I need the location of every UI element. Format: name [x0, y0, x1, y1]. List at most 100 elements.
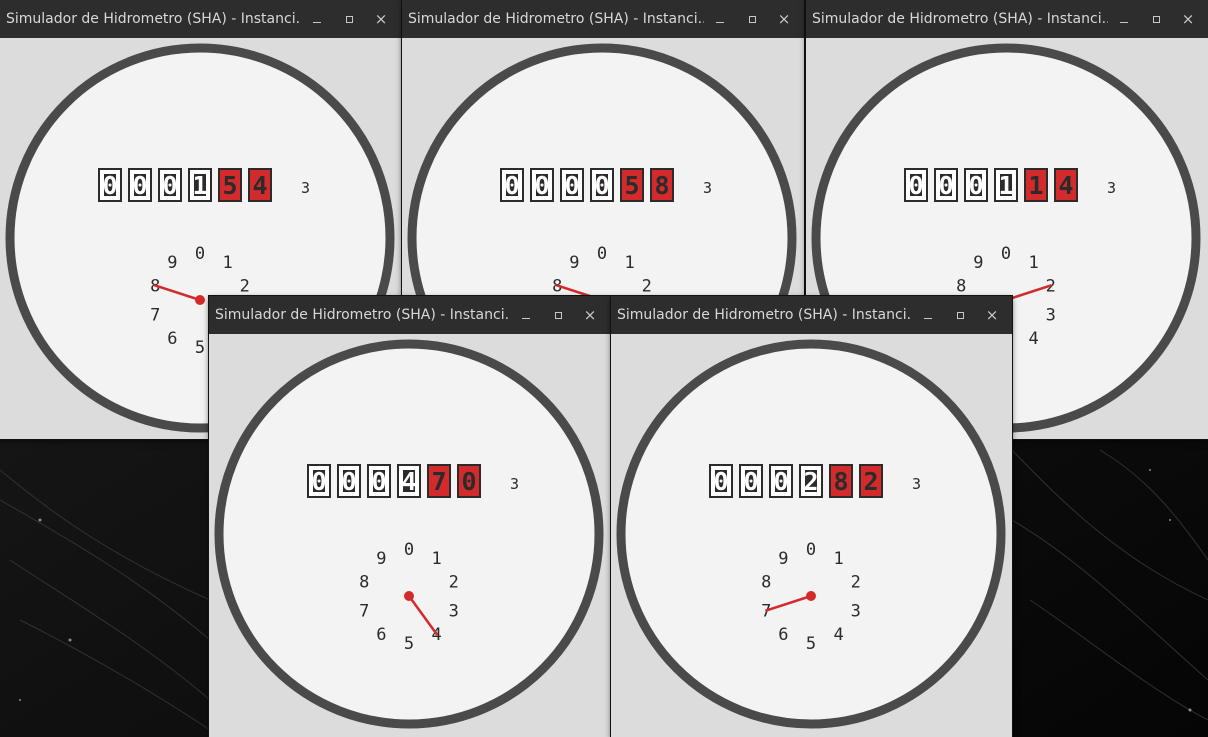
meter-content: 00047030123456789	[209, 334, 610, 737]
counter-digit-text: 0	[773, 467, 788, 496]
dial-number: 9	[167, 253, 177, 273]
dial-number: 1	[223, 253, 233, 273]
counter-digit: 2	[859, 464, 883, 498]
water-meter-dial: 00028230123456789	[616, 339, 1006, 729]
window-title: Simulador de Hidrometro (SHA) - Instanci…	[617, 307, 912, 323]
dial-number: 6	[376, 625, 386, 645]
counter-digit-text: 0	[743, 467, 758, 496]
unit-label: 3	[1107, 179, 1116, 197]
counter-digit-text: 7	[431, 467, 446, 496]
dial-number: 3	[449, 602, 459, 622]
dial-number: 6	[778, 625, 788, 645]
dial-number: 3	[1046, 306, 1056, 326]
dial-number: 0	[195, 244, 205, 264]
maximize-icon	[956, 311, 964, 319]
dial-number: 9	[376, 549, 386, 569]
counter-digit: 0	[934, 168, 958, 202]
dial-number: 9	[778, 549, 788, 569]
close-button[interactable]: ×	[365, 0, 397, 38]
meter-ring	[616, 339, 1006, 729]
counter-digit: 1	[994, 168, 1018, 202]
close-button[interactable]: ×	[976, 296, 1008, 334]
maximize-icon	[554, 311, 562, 319]
counter-digit: 7	[427, 464, 451, 498]
counter-digit: 0	[337, 464, 361, 498]
dial-number: 7	[359, 602, 369, 622]
counter-digit: 5	[620, 168, 644, 202]
dial-number: 9	[569, 253, 579, 273]
dial-number: 9	[973, 253, 983, 273]
counter-digit: 0	[709, 464, 733, 498]
close-button[interactable]: ×	[1172, 0, 1204, 38]
counter-digit: 0	[367, 464, 391, 498]
unit-label: 3	[703, 179, 712, 197]
titlebar[interactable]: Simulador de Hidrometro (SHA) - Instanci…	[806, 0, 1208, 38]
counter-digit: 2	[799, 464, 823, 498]
dial-number: 1	[1029, 253, 1039, 273]
counter-digit-text: 0	[564, 171, 579, 200]
counter-digit-text: 0	[908, 171, 923, 200]
dial-number: 8	[761, 572, 771, 592]
counter-digit: 0	[500, 168, 524, 202]
counter-digit-text: 0	[534, 171, 549, 200]
dial-number: 8	[359, 572, 369, 592]
counter-digit: 8	[650, 168, 674, 202]
maximize-button[interactable]	[333, 0, 365, 38]
close-button[interactable]: ×	[574, 296, 606, 334]
dial-number: 8	[956, 276, 966, 296]
counter-digit: 1	[188, 168, 212, 202]
counter-digit: 0	[128, 168, 152, 202]
counter-digit: 0	[739, 464, 763, 498]
maximize-button[interactable]	[1140, 0, 1172, 38]
counter-digit: 0	[769, 464, 793, 498]
counter-digit-text: 0	[132, 171, 147, 200]
titlebar[interactable]: Simulador de Hidrometro (SHA) - Instanci…	[402, 0, 804, 38]
meter-window-5[interactable]: Simulador de Hidrometro (SHA) - Instanci…	[611, 296, 1012, 737]
counter-digit: 0	[530, 168, 554, 202]
counter-digit-text: 0	[594, 171, 609, 200]
maximize-button[interactable]	[944, 296, 976, 334]
dial-number: 2	[240, 276, 250, 296]
minimize-button[interactable]	[704, 0, 736, 38]
needle-hub	[404, 591, 414, 601]
minimize-icon	[716, 21, 724, 23]
counter-digit: 0	[964, 168, 988, 202]
counter-digit: 4	[397, 464, 421, 498]
minimize-button[interactable]	[1108, 0, 1140, 38]
counter-digit: 4	[248, 168, 272, 202]
counter-digit-text: 2	[863, 467, 878, 496]
counter-digit-text: 1	[192, 171, 207, 200]
meter-window-4[interactable]: Simulador de Hidrometro (SHA) - Instanci…	[209, 296, 610, 737]
counter-digit-text: 0	[371, 467, 386, 496]
counter-digit-text: 0	[311, 467, 326, 496]
counter-digit: 0	[904, 168, 928, 202]
titlebar[interactable]: Simulador de Hidrometro (SHA) - Instanci…	[209, 296, 610, 334]
counter-digit-text: 2	[803, 467, 818, 496]
counter-digit: 0	[98, 168, 122, 202]
window-title: Simulador de Hidrometro (SHA) - Instanci…	[6, 11, 301, 27]
titlebar[interactable]: Simulador de Hidrometro (SHA) - Instanci…	[611, 296, 1012, 334]
minimize-button[interactable]	[912, 296, 944, 334]
minimize-button[interactable]	[301, 0, 333, 38]
counter-digit: 1	[1024, 168, 1048, 202]
dial-number: 5	[806, 634, 816, 654]
close-button[interactable]: ×	[768, 0, 800, 38]
dial-number: 1	[432, 549, 442, 569]
dial-number: 2	[449, 572, 459, 592]
titlebar[interactable]: Simulador de Hidrometro (SHA) - Instanci…	[0, 0, 401, 38]
counter-digit-text: 8	[654, 171, 669, 200]
window-title: Simulador de Hidrometro (SHA) - Instanci…	[215, 307, 510, 323]
maximize-button[interactable]	[736, 0, 768, 38]
maximize-icon	[748, 15, 756, 23]
dial-number: 4	[1029, 329, 1039, 349]
dial-number: 3	[851, 602, 861, 622]
counter-digit-text: 0	[162, 171, 177, 200]
maximize-button[interactable]	[542, 296, 574, 334]
minimize-button[interactable]	[510, 296, 542, 334]
window-title: Simulador de Hidrometro (SHA) - Instanci…	[408, 11, 704, 27]
needle-hub	[806, 591, 816, 601]
counter-digit-text: 4	[401, 467, 416, 496]
counter-digit-text: 0	[713, 467, 728, 496]
dial-number: 0	[597, 244, 607, 264]
dial-number: 0	[806, 540, 816, 560]
